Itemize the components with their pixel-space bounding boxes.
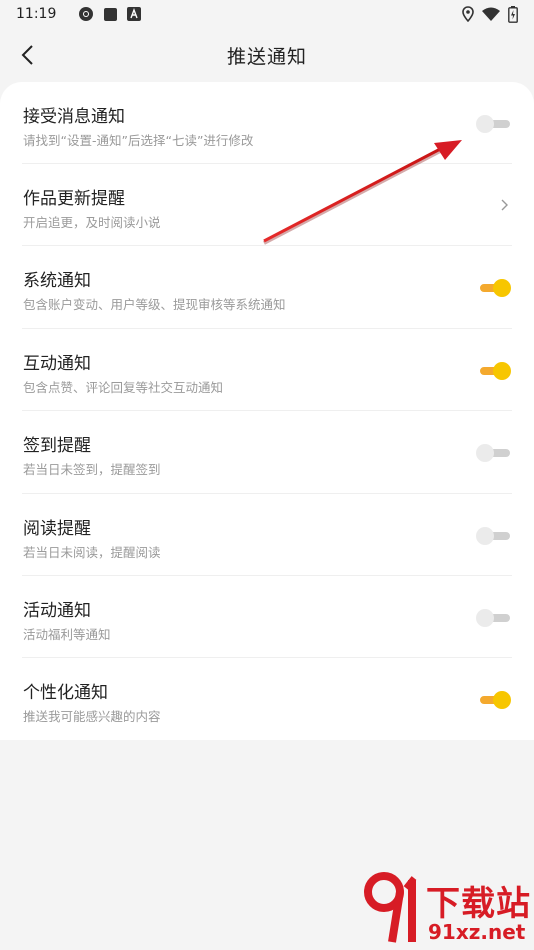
toggle-thumb [493,361,511,380]
toggle-thumb [476,444,494,463]
setting-description: 活动福利等通知 [23,626,111,642]
status-bar: 11:19 [0,0,534,28]
setting-toggle[interactable] [476,690,512,710]
location-icon [462,6,474,22]
setting-label: 个性化通知 [23,683,108,704]
setting-description: 若当日未阅读，提醒阅读 [23,544,161,560]
settings-row[interactable]: 作品更新提醒开启追更，及时阅读小说 [22,164,512,247]
setting-label: 阅读提醒 [23,518,91,539]
setting-label: 活动通知 [23,600,91,621]
setting-toggle[interactable] [476,114,512,134]
page-title: 推送通知 [226,45,307,68]
setting-label: 作品更新提醒 [23,189,125,209]
setting-toggle[interactable] [476,361,512,381]
settings-row[interactable]: 系统通知包含账户变动、用户等级、提现审核等系统通知 [22,246,512,329]
settings-row[interactable]: 互动通知包含点赞、评论回复等社交互动通知 [22,329,512,412]
setting-description: 开启追更，及时阅读小说 [23,215,161,230]
square-icon [104,7,118,21]
status-time: 11:19 [16,6,57,22]
watermark-text-top: 下载站 [426,884,531,924]
a-icon [127,7,142,21]
toggle-thumb [493,279,511,298]
setting-description: 请找到“设置-通知”后选择“七读”进行修改 [23,133,254,148]
setting-label: 互动通知 [23,353,91,374]
settings-row[interactable]: 活动通知活动福利等通知 [22,576,512,659]
chevron-right-icon[interactable] [498,197,510,213]
settings-row[interactable]: 接受消息通知请找到“设置-通知”后选择“七读”进行修改 [22,82,512,164]
watermark-91-icon [364,872,417,943]
setting-label: 接受消息通知 [23,107,125,127]
setting-toggle[interactable] [476,608,512,628]
toggle-thumb [476,526,494,545]
chevron-left-icon [21,45,33,65]
wifi-icon [482,7,500,21]
setting-toggle[interactable] [476,443,512,463]
settings-card: 接受消息通知请找到“设置-通知”后选择“七读”进行修改作品更新提醒开启追更，及时… [0,82,534,740]
watermark-text-bottom: 91xz.net [428,920,526,944]
battery-icon [508,5,518,23]
chrome-icon [78,6,94,22]
setting-description: 推送我可能感兴趣的内容 [23,709,161,725]
settings-row[interactable]: 签到提醒若当日未签到，提醒签到 [22,411,512,494]
watermark-logo: 下载站 91xz.net [364,870,534,950]
toggle-thumb [476,608,494,627]
toggle-thumb [476,115,494,133]
back-button[interactable] [12,40,42,70]
setting-toggle[interactable] [476,278,512,298]
settings-row[interactable]: 阅读提醒若当日未阅读，提醒阅读 [22,494,512,576]
setting-description: 包含点赞、评论回复等社交互动通知 [23,379,224,395]
setting-description: 若当日未签到，提醒签到 [23,462,161,478]
setting-toggle[interactable] [476,526,512,546]
toggle-thumb [493,691,511,710]
header: 推送通知 [0,28,534,82]
settings-row[interactable]: 个性化通知推送我可能感兴趣的内容 [22,658,512,740]
setting-label: 签到提醒 [23,436,91,457]
setting-description: 包含账户变动、用户等级、提现审核等系统通知 [23,297,286,313]
setting-label: 系统通知 [23,271,91,292]
